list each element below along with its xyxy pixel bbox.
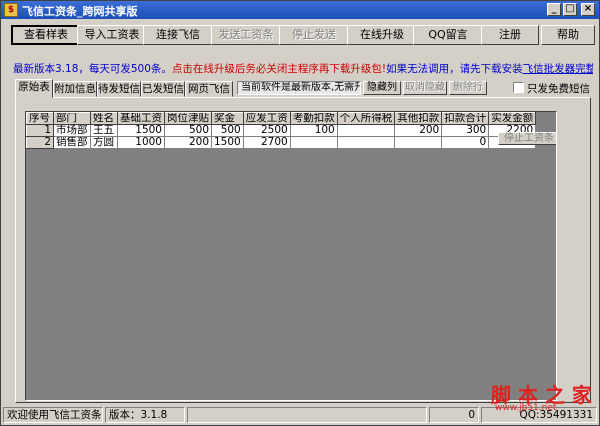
window-title: 飞信工资条_跨网共享版 xyxy=(22,5,138,18)
table-cell[interactable]: 500 xyxy=(211,124,244,137)
delete-row-button[interactable]: 删除行 xyxy=(449,81,487,95)
payroll-grid[interactable]: 序号 部门 姓名 基础工资 岗位津贴 奖金 应发工资 考勤扣款 个人所得税 其他… xyxy=(25,111,557,401)
help-button[interactable]: 帮助 xyxy=(541,25,595,45)
connect-fetion-button[interactable]: 连接飞信 xyxy=(143,25,213,45)
notice-version-text: 最新版本3.18，每天可发500条。 xyxy=(13,63,172,75)
table-cell[interactable]: 1500 xyxy=(117,124,165,137)
header-cell[interactable]: 奖金 xyxy=(211,112,244,125)
table-cell[interactable]: 1000 xyxy=(117,136,165,149)
main-window: $ 飞信工资条_跨网共享版 _ □ × 查看样表 导入工资表 连接飞信 发送工资… xyxy=(0,0,600,426)
table-header-row: 序号 部门 姓名 基础工资 岗位津贴 奖金 应发工资 考勤扣款 个人所得税 其他… xyxy=(26,112,537,125)
table-cell[interactable]: 市场部 xyxy=(53,124,91,137)
table-cell[interactable] xyxy=(394,136,443,149)
header-cell[interactable]: 部门 xyxy=(53,112,91,125)
table-cell[interactable]: 100 xyxy=(289,124,338,137)
table-cell[interactable]: 王五 xyxy=(90,124,118,137)
cancel-hide-button[interactable]: 取消隐藏 xyxy=(403,81,447,95)
header-cell[interactable]: 姓名 xyxy=(90,112,118,125)
tab-pending-sms[interactable]: 待发短信 xyxy=(97,81,141,97)
tab-original[interactable]: 原始表 xyxy=(15,79,53,98)
status-empty xyxy=(187,407,427,423)
table-row[interactable]: 1 市场部 王五 1500 500 500 2500 100 200 300 2… xyxy=(26,124,537,137)
close-icon[interactable]: × xyxy=(581,3,595,16)
title-bar[interactable]: $ 飞信工资条_跨网共享版 _ □ × xyxy=(1,1,599,19)
hide-column-button[interactable]: 隐藏列 xyxy=(363,81,401,95)
qq-message-button[interactable]: QQ留言 xyxy=(413,25,483,45)
header-cell[interactable]: 扣款合计 xyxy=(441,112,490,125)
tab-web-fetion[interactable]: 网页飞信 xyxy=(185,81,233,97)
status-welcome: 欢迎使用飞信工资条! xyxy=(3,407,103,423)
table-cell[interactable]: 销售部 xyxy=(53,136,91,149)
table-cell[interactable] xyxy=(336,136,396,149)
table-cell[interactable]: 0 xyxy=(441,136,490,149)
table-cell[interactable]: 方圆 xyxy=(90,136,118,149)
table-cell[interactable]: 300 xyxy=(441,124,490,137)
table-row[interactable]: 2 销售部 方圆 1000 200 1500 2700 0 2700 xyxy=(26,136,537,149)
maximize-icon[interactable]: □ xyxy=(563,3,577,16)
table-cell[interactable]: 200 xyxy=(164,136,212,149)
send-payslip-button[interactable]: 发送工资条 xyxy=(211,25,281,45)
header-cell[interactable]: 应发工资 xyxy=(242,112,291,125)
payroll-table: 序号 部门 姓名 基础工资 岗位津贴 奖金 应发工资 考勤扣款 个人所得税 其他… xyxy=(26,112,537,149)
version-status: 当前软件是最新版本,无需升级! xyxy=(237,81,361,95)
notice-banner: 最新版本3.18，每天可发500条。点击在线升级后务必关闭主程序再下载升级包!如… xyxy=(13,61,593,76)
free-sms-label: 只发免费短信 xyxy=(527,83,590,95)
tab-extra-info[interactable]: 附加信息 xyxy=(53,81,97,97)
table-cell[interactable]: 2 xyxy=(26,136,54,149)
header-cell[interactable]: 实发金额 xyxy=(488,112,537,125)
status-version: 版本：3.1.8 xyxy=(105,407,185,423)
notice-download-link[interactable]: 飞信批发器完整版。 xyxy=(523,63,593,75)
header-cell[interactable]: 序号 xyxy=(26,112,54,125)
header-cell[interactable]: 岗位津贴 xyxy=(164,112,212,125)
notice-warning-text: 点击在线升级后务必关闭主程序再下载升级包! xyxy=(171,63,387,75)
online-upgrade-button[interactable]: 在线升级 xyxy=(347,25,417,45)
table-cell[interactable]: 2700 xyxy=(242,136,291,149)
stop-payslip-button[interactable]: 停止工资条 xyxy=(498,132,556,145)
view-sample-button[interactable]: 查看样表 xyxy=(11,25,81,45)
app-icon: $ xyxy=(4,3,18,17)
notice-hint-text: 如果无法调用，请先下载安装 xyxy=(386,63,523,75)
table-cell[interactable] xyxy=(289,136,338,149)
stop-send-button[interactable]: 停止发送 xyxy=(279,25,349,45)
header-cell[interactable]: 基础工资 xyxy=(117,112,165,125)
import-payroll-button[interactable]: 导入工资表 xyxy=(77,25,147,45)
header-cell[interactable]: 个人所得税 xyxy=(336,112,396,125)
header-cell[interactable]: 考勤扣款 xyxy=(289,112,338,125)
minimize-icon[interactable]: _ xyxy=(547,3,561,16)
table-cell[interactable]: 1500 xyxy=(211,136,244,149)
table-cell[interactable]: 2500 xyxy=(242,124,291,137)
table-cell[interactable]: 500 xyxy=(164,124,212,137)
status-count: 0 xyxy=(429,407,479,423)
table-cell[interactable]: 200 xyxy=(394,124,443,137)
register-button[interactable]: 注册 xyxy=(481,25,539,45)
watermark-url: www.jb51.net xyxy=(495,403,557,413)
free-sms-checkbox[interactable] xyxy=(513,82,524,93)
table-cell[interactable]: 1 xyxy=(26,124,54,137)
table-cell[interactable] xyxy=(336,124,396,137)
tab-sent-sms[interactable]: 已发短信 xyxy=(141,81,185,97)
header-cell[interactable]: 其他扣款 xyxy=(394,112,443,125)
